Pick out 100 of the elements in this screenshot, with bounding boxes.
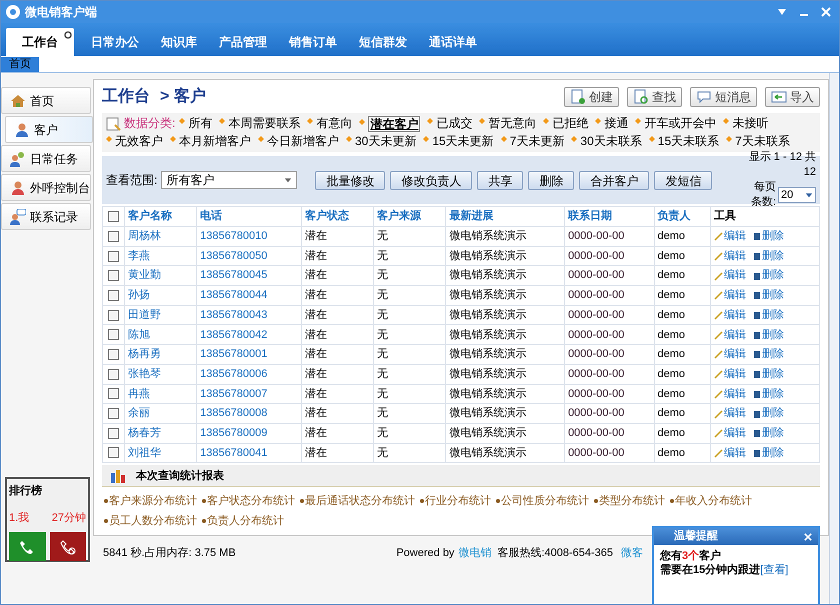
action-button[interactable]: 删除 bbox=[528, 170, 574, 190]
customer-link[interactable]: 陈旭 bbox=[128, 328, 150, 341]
customer-link[interactable]: 孙扬 bbox=[128, 289, 150, 302]
customer-link[interactable]: 冉燕 bbox=[128, 388, 150, 400]
action-button[interactable]: 批量修改 bbox=[315, 170, 386, 190]
row-checkbox[interactable] bbox=[108, 310, 119, 321]
nav-tab[interactable]: 产品管理 bbox=[208, 28, 278, 56]
edit-link[interactable]: 编辑 bbox=[714, 228, 746, 245]
scrollbar[interactable] bbox=[829, 73, 839, 604]
category-link[interactable]: 无效客户 bbox=[106, 133, 163, 150]
category-link[interactable]: 有意向 bbox=[307, 115, 352, 132]
delete-link[interactable]: 删除 bbox=[752, 287, 784, 304]
toolbar-button[interactable]: 查找 bbox=[627, 87, 682, 107]
edit-link[interactable]: 编辑 bbox=[714, 248, 746, 264]
delete-link[interactable]: 删除 bbox=[752, 386, 784, 402]
report-link[interactable]: 客户来源分布统计 bbox=[104, 491, 197, 512]
delete-link[interactable]: 删除 bbox=[752, 424, 784, 442]
category-link[interactable]: 30天未更新 bbox=[346, 133, 416, 150]
column-header[interactable]: 最新进展 bbox=[446, 206, 565, 226]
category-link[interactable]: 本周需要联系 bbox=[219, 115, 300, 132]
delete-link[interactable]: 删除 bbox=[752, 228, 784, 245]
column-header[interactable]: 客户名称 bbox=[124, 206, 197, 226]
report-link[interactable]: 年收入分布统计 bbox=[670, 491, 752, 512]
row-checkbox[interactable] bbox=[108, 388, 119, 400]
delete-link[interactable]: 删除 bbox=[752, 326, 784, 344]
delete-link[interactable]: 删除 bbox=[752, 366, 784, 382]
delete-link[interactable]: 删除 bbox=[752, 346, 784, 363]
delete-link[interactable]: 删除 bbox=[752, 405, 784, 422]
toolbar-button[interactable]: 导入 bbox=[765, 87, 820, 107]
row-checkbox[interactable] bbox=[108, 408, 119, 420]
select-all-checkbox[interactable] bbox=[108, 211, 119, 222]
column-header[interactable]: 客户来源 bbox=[374, 206, 446, 226]
sidebar-item[interactable]: 外呼控制台 bbox=[1, 174, 91, 201]
delete-link[interactable]: 删除 bbox=[752, 444, 784, 462]
dropdown-icon[interactable] bbox=[777, 7, 787, 17]
nav-tab[interactable]: 短信群发 bbox=[348, 28, 418, 56]
report-link[interactable]: 类型分布统计 bbox=[594, 491, 665, 512]
category-link[interactable]: 已拒绝 bbox=[543, 115, 588, 132]
edit-link[interactable]: 编辑 bbox=[714, 444, 746, 462]
category-link[interactable]: 已成交 bbox=[427, 115, 472, 132]
category-link[interactable]: 30天未联系 bbox=[571, 133, 642, 150]
nav-tab[interactable]: 工作台 bbox=[6, 28, 74, 56]
action-button[interactable]: 修改负责人 bbox=[390, 170, 472, 190]
range-dropdown[interactable]: 所有客户 bbox=[161, 171, 298, 189]
edit-link[interactable]: 编辑 bbox=[714, 326, 746, 344]
category-link[interactable]: 15天未更新 bbox=[423, 133, 494, 150]
row-checkbox[interactable] bbox=[108, 447, 119, 458]
sidebar-item[interactable]: 联系记录 bbox=[1, 203, 91, 230]
delete-link[interactable]: 删除 bbox=[752, 248, 784, 264]
column-header[interactable]: 客户状态 bbox=[302, 206, 374, 226]
row-checkbox[interactable] bbox=[108, 329, 119, 340]
category-link[interactable]: 未接听 bbox=[723, 115, 768, 132]
category-link[interactable]: 暂无意向 bbox=[479, 115, 536, 132]
customer-link[interactable]: 余丽 bbox=[128, 407, 150, 420]
edit-link[interactable]: 编辑 bbox=[714, 424, 746, 442]
edit-link[interactable]: 编辑 bbox=[714, 386, 746, 402]
category-link[interactable]: 所有 bbox=[179, 115, 212, 132]
category-link[interactable]: 15天未联系 bbox=[648, 133, 720, 150]
page-tab[interactable]: 首页 bbox=[1, 57, 39, 72]
sidebar-item[interactable]: 客户 bbox=[5, 116, 93, 143]
action-button[interactable]: 共享 bbox=[477, 170, 524, 190]
sidebar-item[interactable]: 日常任务 bbox=[1, 145, 91, 172]
report-link[interactable]: 客户状态分布统计 bbox=[202, 491, 295, 512]
nav-tab[interactable]: 通话详单 bbox=[418, 28, 488, 56]
edit-link[interactable]: 编辑 bbox=[714, 306, 746, 324]
row-checkbox[interactable] bbox=[108, 270, 119, 282]
category-link[interactable]: 接通 bbox=[595, 115, 628, 132]
customer-link[interactable]: 李燕 bbox=[128, 250, 150, 262]
edit-link[interactable]: 编辑 bbox=[714, 287, 746, 304]
row-checkbox[interactable] bbox=[108, 368, 119, 380]
row-checkbox[interactable] bbox=[108, 290, 119, 301]
row-checkbox[interactable] bbox=[108, 348, 119, 360]
edit-link[interactable]: 编辑 bbox=[714, 366, 746, 382]
view-link[interactable]: [查看] bbox=[760, 563, 788, 577]
column-header[interactable]: 电话 bbox=[196, 206, 302, 226]
brand-link[interactable]: 微电销 bbox=[458, 544, 492, 562]
delete-link[interactable]: 删除 bbox=[752, 306, 784, 324]
refresh-icon[interactable] bbox=[63, 30, 73, 40]
close-icon[interactable] bbox=[804, 532, 812, 540]
site-link[interactable]: 微客 bbox=[621, 544, 643, 562]
nav-tab[interactable]: 日常办公 bbox=[80, 28, 150, 56]
edit-link[interactable]: 编辑 bbox=[714, 267, 746, 284]
sidebar-item[interactable]: 首页 bbox=[1, 87, 91, 114]
category-link[interactable]: 7天未联系 bbox=[726, 133, 790, 150]
column-header[interactable]: 联系日期 bbox=[564, 206, 654, 226]
report-link[interactable]: 员工人数分布统计 bbox=[104, 511, 197, 532]
category-link[interactable]: 7天未更新 bbox=[500, 133, 564, 150]
row-checkbox[interactable] bbox=[108, 428, 119, 439]
row-checkbox[interactable] bbox=[108, 230, 119, 242]
edit-link[interactable]: 编辑 bbox=[714, 346, 746, 363]
toolbar-button[interactable]: 创建 bbox=[564, 87, 619, 107]
column-header[interactable]: 负责人 bbox=[654, 206, 711, 226]
action-button[interactable]: 发短信 bbox=[654, 170, 712, 190]
category-link[interactable]: 开车或开会中 bbox=[635, 115, 716, 132]
delete-link[interactable]: 删除 bbox=[752, 267, 784, 284]
report-link[interactable]: 行业分布统计 bbox=[420, 491, 491, 512]
close-icon[interactable] bbox=[821, 7, 831, 17]
report-link[interactable]: 最后通话状态分布统计 bbox=[300, 491, 415, 512]
action-button[interactable]: 合并客户 bbox=[579, 170, 650, 190]
category-link[interactable]: 本月新增客户 bbox=[170, 133, 251, 150]
